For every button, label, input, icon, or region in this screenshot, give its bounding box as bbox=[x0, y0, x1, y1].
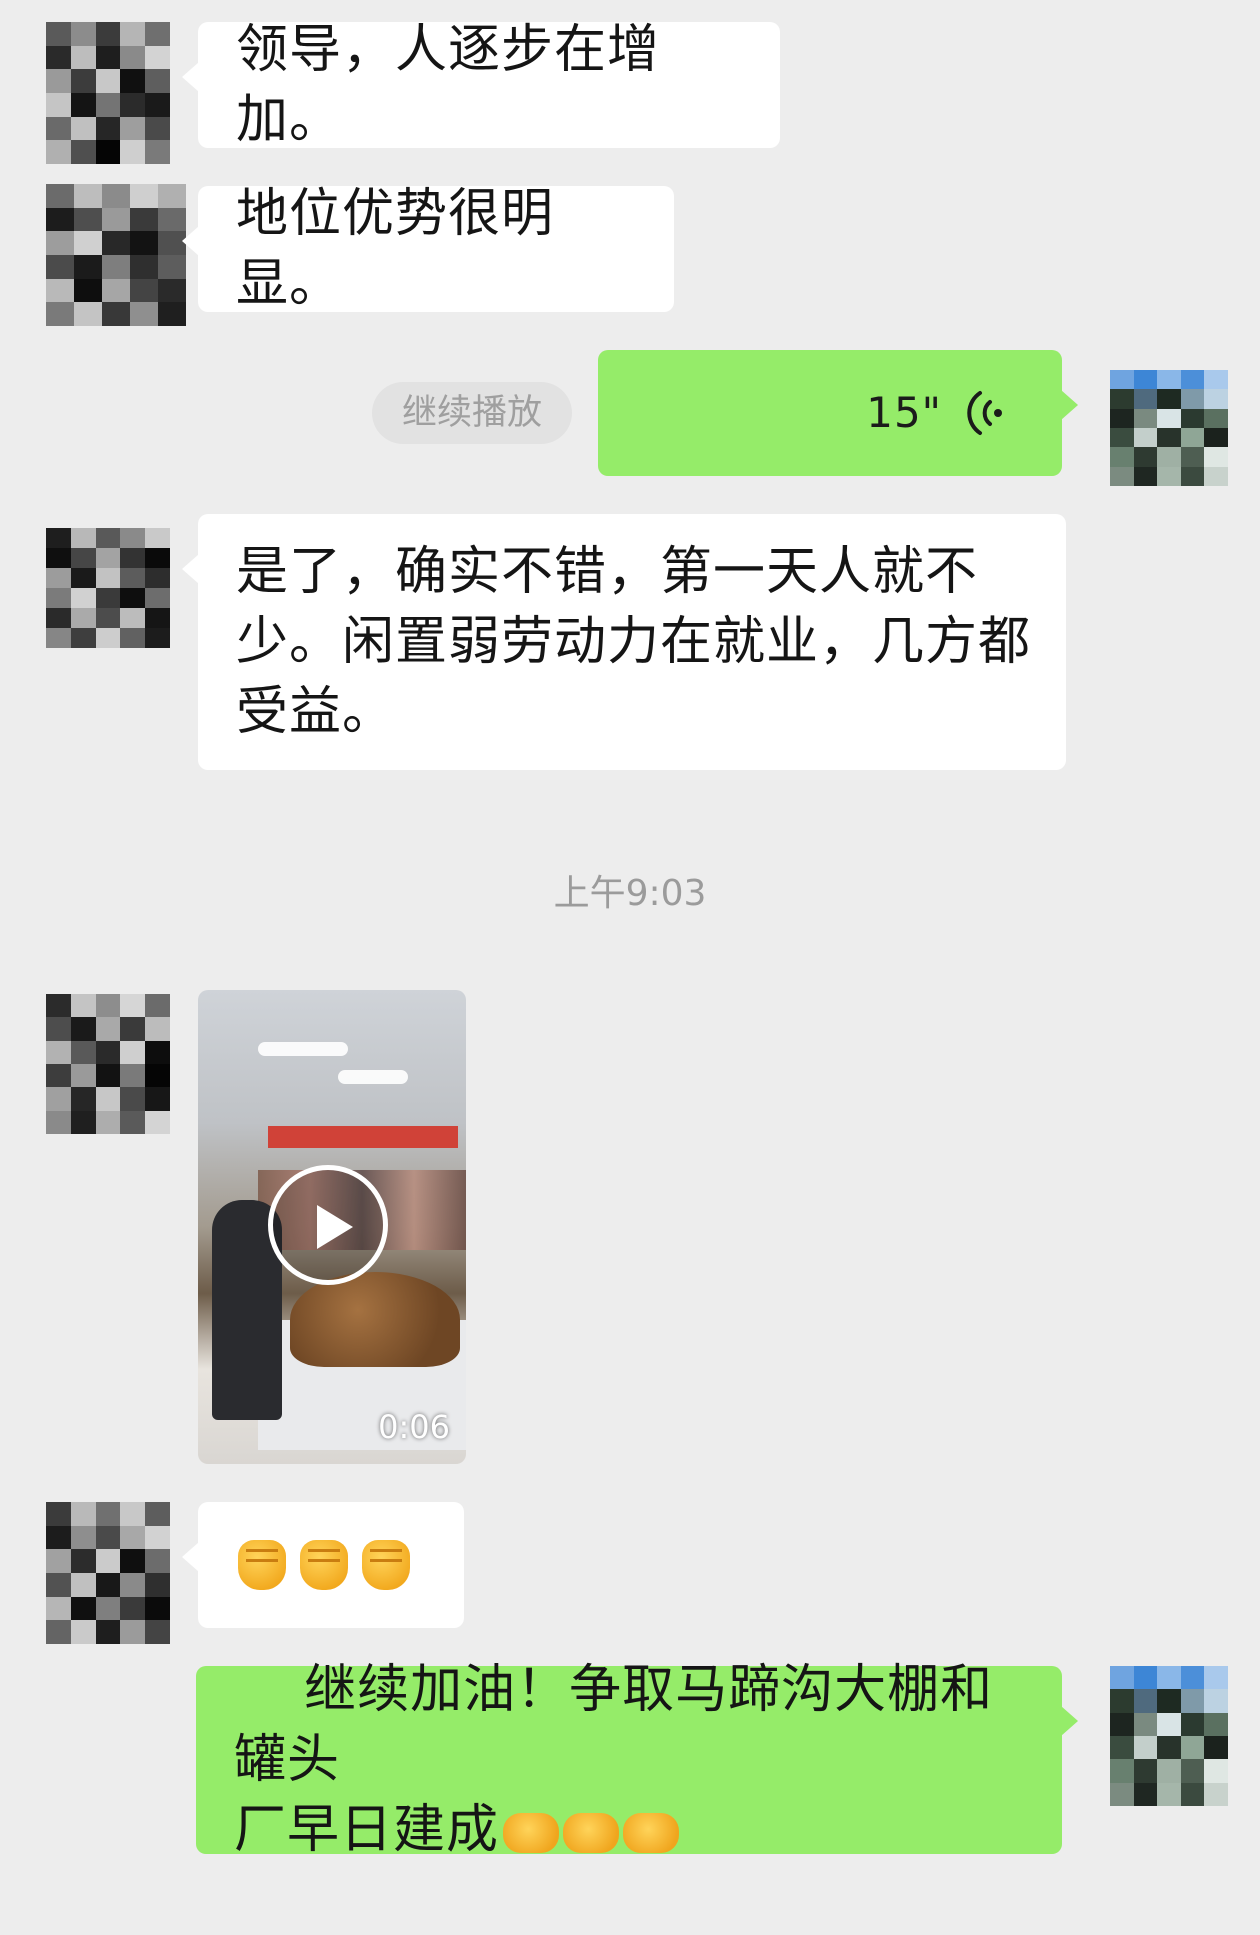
avatar[interactable] bbox=[46, 184, 186, 326]
handshake-icon bbox=[503, 1813, 560, 1853]
message-text: 是了，确实不错，第一天人就不 少。闲置弱劳动力在就业，几方都 受益。 bbox=[236, 542, 1032, 742]
handshake-icon bbox=[623, 1813, 680, 1853]
timestamp: 上午9:03 bbox=[553, 873, 707, 914]
fist-icon bbox=[300, 1540, 348, 1590]
message-text: 地位优势很明显。 bbox=[236, 184, 555, 314]
video-thumbnail-detail bbox=[290, 1272, 460, 1367]
voice-wave-icon bbox=[967, 391, 1002, 435]
my-avatar[interactable] bbox=[1110, 1666, 1228, 1806]
voice-duration: 15" bbox=[866, 388, 942, 437]
message-bubble[interactable]: 领导，人逐步在增加。 bbox=[182, 20, 780, 150]
video-thumbnail-detail bbox=[268, 1126, 458, 1148]
video-message[interactable]: 0:06 bbox=[198, 990, 466, 1464]
continue-playing-button[interactable]: 继续播放 bbox=[372, 382, 572, 444]
video-thumbnail-detail bbox=[338, 1070, 408, 1084]
play-icon[interactable] bbox=[268, 1165, 388, 1285]
avatar[interactable] bbox=[46, 994, 170, 1134]
my-avatar[interactable] bbox=[1110, 370, 1228, 486]
message-text: 领导，人逐步在增加。 bbox=[236, 20, 661, 150]
avatar[interactable] bbox=[46, 1502, 170, 1644]
avatar[interactable] bbox=[46, 528, 170, 648]
emoji-row bbox=[238, 1540, 410, 1590]
message-bubble[interactable]: 地位优势很明显。 bbox=[182, 184, 674, 314]
handshake-icon bbox=[563, 1813, 620, 1853]
video-duration: 0:06 bbox=[378, 1408, 450, 1446]
fist-icon bbox=[238, 1540, 286, 1590]
avatar[interactable] bbox=[46, 22, 170, 164]
video-thumbnail-detail bbox=[258, 1042, 348, 1056]
voice-message-bubble[interactable]: 15" bbox=[598, 350, 1078, 476]
message-text: 继续加油！争取马蹄沟大棚和罐头 厂早日建成 bbox=[234, 1585, 1042, 1935]
message-bubble[interactable]: 是了，确实不错，第一天人就不 少。闲置弱劳动力在就业，几方都 受益。 bbox=[182, 514, 1066, 770]
fist-icon bbox=[362, 1540, 410, 1590]
message-bubble[interactable]: 继续加油！争取马蹄沟大棚和罐头 厂早日建成 bbox=[196, 1660, 1078, 1860]
